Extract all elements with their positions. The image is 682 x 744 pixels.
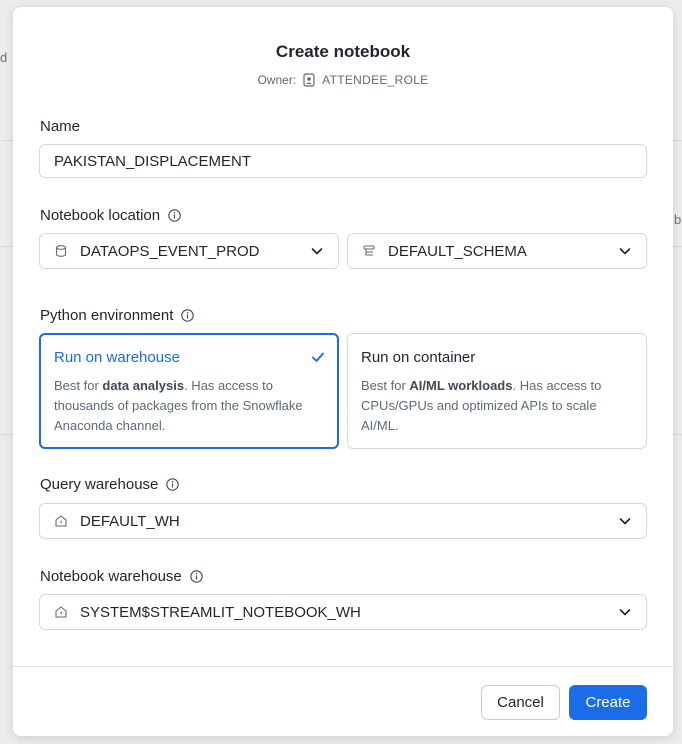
chevron-down-icon [618, 605, 632, 619]
cancel-button[interactable]: Cancel [481, 685, 560, 720]
dialog-title: Create notebook [275, 42, 411, 61]
option-description: Best for AI/ML workloads. Has access to … [361, 378, 602, 433]
background-text-fragment: bl [674, 212, 682, 227]
schema-select[interactable]: DEFAULT_SCHEMA [347, 233, 647, 269]
name-input[interactable]: PAKISTAN_DISPLACEMENT [39, 144, 647, 178]
chevron-down-icon [618, 244, 632, 258]
warehouse-icon [54, 605, 68, 619]
run-on-container-option[interactable]: Run on container Best for AI/ML workload… [347, 333, 647, 449]
python-environment-label: Python environment [40, 307, 195, 324]
info-icon[interactable] [181, 309, 195, 322]
query-warehouse-value: DEFAULT_WH [80, 512, 180, 530]
query-warehouse-label-text: Query warehouse [40, 476, 159, 493]
name-label: Name [40, 118, 80, 135]
check-icon [311, 350, 325, 364]
python-environment-label-text: Python environment [40, 307, 174, 324]
owner-line: Owner: ATTENDEE_ROLE [13, 73, 673, 87]
create-button[interactable]: Create [569, 685, 647, 720]
database-select[interactable]: DATAOPS_EVENT_PROD [39, 233, 339, 269]
notebook-location-label: Notebook location [40, 207, 181, 224]
notebook-warehouse-value: SYSTEM$STREAMLIT_NOTEBOOK_WH [80, 603, 361, 621]
role-icon [302, 73, 316, 87]
info-icon[interactable] [166, 478, 180, 491]
query-warehouse-select[interactable]: DEFAULT_WH [39, 503, 647, 539]
name-label-text: Name [40, 118, 81, 135]
create-notebook-dialog: Create notebook Owner: ATTENDEE_ROLE Nam… [13, 7, 673, 736]
database-icon [54, 244, 68, 258]
query-warehouse-label: Query warehouse [40, 476, 180, 493]
footer-divider [13, 666, 673, 667]
chevron-down-icon [618, 514, 632, 528]
option-title: Run on warehouse [54, 349, 180, 366]
notebook-location-label-text: Notebook location [40, 207, 161, 224]
run-on-warehouse-option[interactable]: Run on warehouse Best for data analysis.… [39, 333, 339, 449]
option-title: Run on container [361, 349, 476, 366]
schema-icon [362, 244, 376, 258]
name-input-value: PAKISTAN_DISPLACEMENT [54, 152, 251, 170]
info-icon[interactable] [190, 570, 203, 583]
info-icon[interactable] [168, 209, 181, 222]
notebook-warehouse-label-text: Notebook warehouse [40, 568, 182, 585]
option-description: Best for data analysis. Has access to th… [54, 378, 303, 433]
background-text-fragment: d [0, 50, 8, 65]
warehouse-icon [54, 514, 68, 528]
database-select-value: DATAOPS_EVENT_PROD [80, 242, 260, 260]
owner-label: Owner: [257, 73, 297, 87]
notebook-warehouse-label: Notebook warehouse [40, 568, 203, 585]
notebook-warehouse-select[interactable]: SYSTEM$STREAMLIT_NOTEBOOK_WH [39, 594, 647, 630]
chevron-down-icon [310, 244, 324, 258]
owner-name: ATTENDEE_ROLE [322, 73, 429, 87]
schema-select-value: DEFAULT_SCHEMA [388, 242, 527, 260]
